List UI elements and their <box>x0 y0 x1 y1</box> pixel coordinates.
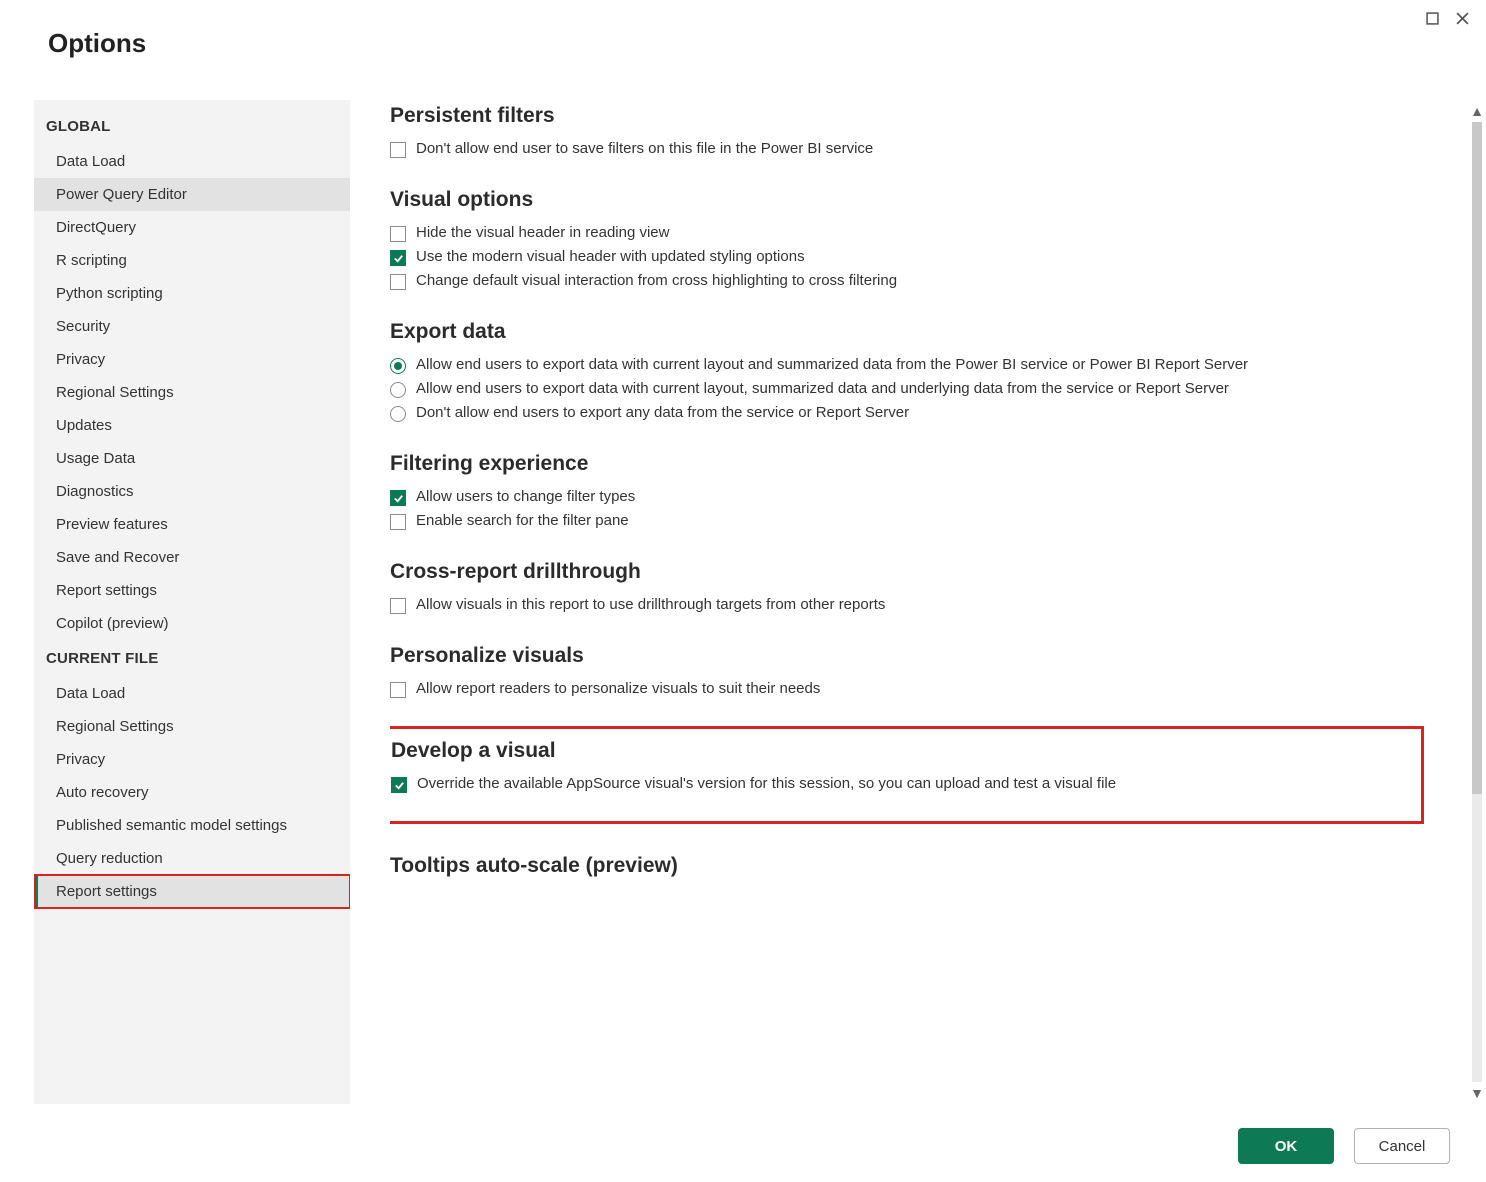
cancel-button[interactable]: Cancel <box>1354 1128 1450 1164</box>
scrollbar[interactable]: ▲ ▼ <box>1468 100 1486 1104</box>
option-row[interactable]: Allow end users to export data with curr… <box>390 356 1424 374</box>
ok-button[interactable]: OK <box>1238 1128 1334 1164</box>
sidebar-item[interactable]: Auto recovery <box>34 776 350 809</box>
sidebar-item[interactable]: Copilot (preview) <box>34 607 350 640</box>
section-title: Tooltips auto-scale (preview) <box>390 854 1424 878</box>
sidebar-item[interactable]: Report settings <box>34 574 350 607</box>
dialog-footer: OK Cancel <box>1238 1128 1450 1164</box>
option-label: Don't allow end user to save filters on … <box>416 140 873 157</box>
sidebar-item[interactable]: Published semantic model settings <box>34 809 350 842</box>
checkbox-icon[interactable] <box>391 777 407 793</box>
option-row[interactable]: Allow visuals in this report to use dril… <box>390 596 1424 614</box>
option-row[interactable]: Allow report readers to personalize visu… <box>390 680 1424 698</box>
section-title: Cross-report drillthrough <box>390 560 1424 584</box>
sidebar-item[interactable]: Security <box>34 310 350 343</box>
window-chrome <box>1422 8 1472 28</box>
sidebar-item[interactable]: DirectQuery <box>34 211 350 244</box>
sidebar-item[interactable]: Python scripting <box>34 277 350 310</box>
checkbox-icon[interactable] <box>390 274 406 290</box>
section-title: Persistent filters <box>390 104 1424 128</box>
option-row[interactable]: Allow users to change filter types <box>390 488 1424 506</box>
maximize-button[interactable] <box>1422 8 1442 28</box>
option-label: Use the modern visual header with update… <box>416 248 805 265</box>
sidebar-item[interactable]: Diagnostics <box>34 475 350 508</box>
option-row[interactable]: Use the modern visual header with update… <box>390 248 1424 266</box>
checkbox-icon[interactable] <box>390 598 406 614</box>
option-label: Allow end users to export data with curr… <box>416 356 1248 373</box>
section-title: Visual options <box>390 188 1424 212</box>
option-row[interactable]: Allow end users to export data with curr… <box>390 380 1424 398</box>
option-label: Override the available AppSource visual'… <box>417 775 1116 792</box>
section-title: Filtering experience <box>390 452 1424 476</box>
sidebar-item[interactable]: R scripting <box>34 244 350 277</box>
sidebar-item[interactable]: Preview features <box>34 508 350 541</box>
option-row[interactable]: Hide the visual header in reading view <box>390 224 1424 242</box>
radio-icon[interactable] <box>390 406 406 422</box>
checkbox-icon[interactable] <box>390 142 406 158</box>
option-label: Don't allow end users to export any data… <box>416 404 909 421</box>
sidebar-item[interactable]: Updates <box>34 409 350 442</box>
checkbox-icon[interactable] <box>390 514 406 530</box>
option-label: Hide the visual header in reading view <box>416 224 669 241</box>
option-label: Enable search for the filter pane <box>416 512 629 529</box>
sidebar-item[interactable]: Report settings <box>34 875 350 908</box>
sidebar-item[interactable]: Usage Data <box>34 442 350 475</box>
sidebar-item[interactable]: Power Query Editor <box>34 178 350 211</box>
sidebar-group-header: CURRENT FILE <box>34 640 350 677</box>
sidebar-item[interactable]: Privacy <box>34 743 350 776</box>
sidebar-item[interactable]: Regional Settings <box>34 376 350 409</box>
option-row[interactable]: Override the available AppSource visual'… <box>391 775 1407 793</box>
radio-icon[interactable] <box>390 358 406 374</box>
sidebar-item[interactable]: Query reduction <box>34 842 350 875</box>
section-title: Develop a visual <box>391 739 1407 763</box>
dialog-title: Options <box>0 0 1486 59</box>
checkbox-icon[interactable] <box>390 490 406 506</box>
scroll-thumb[interactable] <box>1472 122 1482 794</box>
checkbox-icon[interactable] <box>390 226 406 242</box>
option-label: Allow report readers to personalize visu… <box>416 680 820 697</box>
scroll-track[interactable] <box>1472 122 1482 1082</box>
checkbox-icon[interactable] <box>390 682 406 698</box>
option-label: Allow visuals in this report to use dril… <box>416 596 885 613</box>
checkbox-icon[interactable] <box>390 250 406 266</box>
option-row[interactable]: Don't allow end users to export any data… <box>390 404 1424 422</box>
highlight-box: Develop a visual Override the available A… <box>390 726 1424 824</box>
option-label: Change default visual interaction from c… <box>416 272 897 289</box>
options-main: Persistent filters Don't allow end user t… <box>390 104 1446 1104</box>
option-row[interactable]: Enable search for the filter pane <box>390 512 1424 530</box>
option-label: Allow end users to export data with curr… <box>416 380 1229 397</box>
section-title: Export data <box>390 320 1424 344</box>
option-row[interactable]: Change default visual interaction from c… <box>390 272 1424 290</box>
sidebar-item[interactable]: Regional Settings <box>34 710 350 743</box>
radio-icon[interactable] <box>390 382 406 398</box>
scroll-up-icon[interactable]: ▲ <box>1470 100 1484 122</box>
sidebar-item[interactable]: Data Load <box>34 677 350 710</box>
options-sidebar: GLOBALData LoadPower Query EditorDirectQ… <box>34 100 350 1104</box>
sidebar-item[interactable]: Privacy <box>34 343 350 376</box>
sidebar-item[interactable]: Data Load <box>34 145 350 178</box>
scroll-down-icon[interactable]: ▼ <box>1470 1082 1484 1104</box>
sidebar-group-header: GLOBAL <box>34 108 350 145</box>
option-label: Allow users to change filter types <box>416 488 635 505</box>
sidebar-item[interactable]: Save and Recover <box>34 541 350 574</box>
option-row[interactable]: Don't allow end user to save filters on … <box>390 140 1424 158</box>
section-title: Personalize visuals <box>390 644 1424 668</box>
close-button[interactable] <box>1452 8 1472 28</box>
